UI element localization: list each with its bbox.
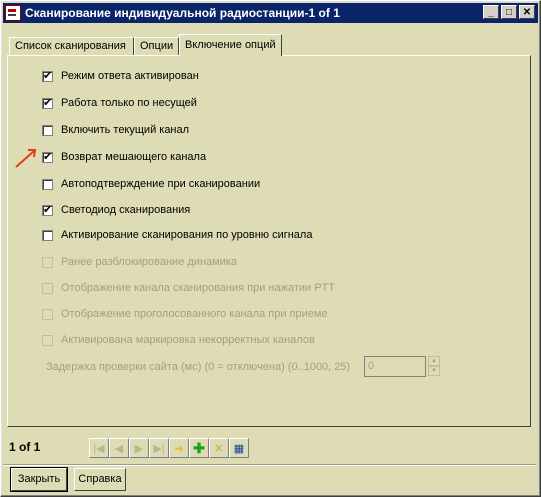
checkbox xyxy=(42,334,53,346)
checkbox[interactable] xyxy=(42,150,53,163)
option-label: Автоподтверждение при сканировании xyxy=(61,178,261,190)
record-counter: 1 of 1 xyxy=(9,440,41,454)
delay-spinner: ▲ ▼ xyxy=(428,356,440,377)
checkbox xyxy=(42,282,53,294)
window-title: Сканирование индивидуальной радиостанции… xyxy=(25,6,340,20)
maximize-button[interactable]: □ xyxy=(501,5,517,19)
option-label: Режим ответа активирован xyxy=(61,70,199,82)
arrow-right-icon[interactable]: ➜ xyxy=(169,438,189,458)
next-record-icon[interactable]: ▶ xyxy=(129,438,149,458)
option-label: Отображение проголосованного канала при … xyxy=(61,308,328,320)
option-label: Работа только по несущей xyxy=(61,97,197,109)
option-row[interactable]: Автоподтверждение при сканировании xyxy=(42,178,260,190)
add-icon[interactable]: ✚ xyxy=(189,438,209,458)
option-label: Отображение канала сканирования при нажа… xyxy=(61,282,336,294)
checkbox[interactable] xyxy=(42,178,53,190)
last-record-icon[interactable]: ▶| xyxy=(149,438,169,458)
dialog-window: Сканирование индивидуальной радиостанции… xyxy=(0,0,541,497)
close-window-button[interactable]: ✕ xyxy=(519,5,535,19)
option-row: Активирована маркировка некорректных кан… xyxy=(42,334,315,346)
navigation-toolbar: |◀ ◀ ▶ ▶| ➜ ✚ ✕ ▦ xyxy=(89,438,249,458)
tab-scan-list[interactable]: Список сканирования xyxy=(9,37,134,55)
option-row[interactable]: Возврат мешающего канала xyxy=(42,150,207,163)
delete-icon[interactable]: ✕ xyxy=(209,438,229,458)
option-row[interactable]: Светодиод сканирования xyxy=(42,203,191,216)
tab-enable-options[interactable]: Включение опций xyxy=(179,34,282,56)
spin-up-icon: ▲ xyxy=(428,356,440,366)
prev-record-icon[interactable]: ◀ xyxy=(109,438,129,458)
tab-options[interactable]: Опции xyxy=(134,37,179,55)
spin-down-icon: ▼ xyxy=(428,366,440,376)
option-row[interactable]: Включить текущий канал xyxy=(42,124,189,136)
checkbox xyxy=(42,308,53,320)
option-row: Отображение проголосованного канала при … xyxy=(42,308,328,320)
first-record-icon[interactable]: |◀ xyxy=(89,438,109,458)
delay-input: 0 xyxy=(364,356,426,377)
option-label: Ранее разблокирование динамика xyxy=(61,256,238,268)
help-button[interactable]: Справка xyxy=(74,468,126,491)
option-row: Отображение канала сканирования при нажа… xyxy=(42,282,335,294)
delay-label: Задержка проверки сайта (мс) (0 = отключ… xyxy=(46,361,351,373)
option-label: Активирована маркировка некорректных кан… xyxy=(61,334,315,346)
checkbox[interactable] xyxy=(42,69,53,82)
option-label: Активирование сканирования по уровню сиг… xyxy=(61,229,313,241)
option-label: Светодиод сканирования xyxy=(61,204,191,216)
table-view-icon[interactable]: ▦ xyxy=(229,438,249,458)
red-arrow-annotation xyxy=(15,149,37,168)
option-row[interactable]: Работа только по несущей xyxy=(42,96,197,109)
checkbox[interactable] xyxy=(42,229,53,241)
checkbox xyxy=(42,256,53,268)
checkbox[interactable] xyxy=(42,124,53,136)
option-row: Ранее разблокирование динамика xyxy=(42,256,237,268)
divider xyxy=(3,464,536,466)
option-label: Включить текущий канал xyxy=(61,124,190,136)
checkbox[interactable] xyxy=(42,203,53,216)
option-label: Возврат мешающего канала xyxy=(61,151,207,163)
option-row[interactable]: Активирование сканирования по уровню сиг… xyxy=(42,229,312,241)
options-panel: Режим ответа активирован Работа только п… xyxy=(7,55,531,427)
title-bar: Сканирование индивидуальной радиостанции… xyxy=(3,3,538,23)
minimize-button[interactable]: _ xyxy=(483,5,499,19)
app-icon xyxy=(5,5,21,21)
checkbox[interactable] xyxy=(42,96,53,109)
option-row[interactable]: Режим ответа активирован xyxy=(42,69,199,82)
close-button[interactable]: Закрыть xyxy=(10,467,68,492)
